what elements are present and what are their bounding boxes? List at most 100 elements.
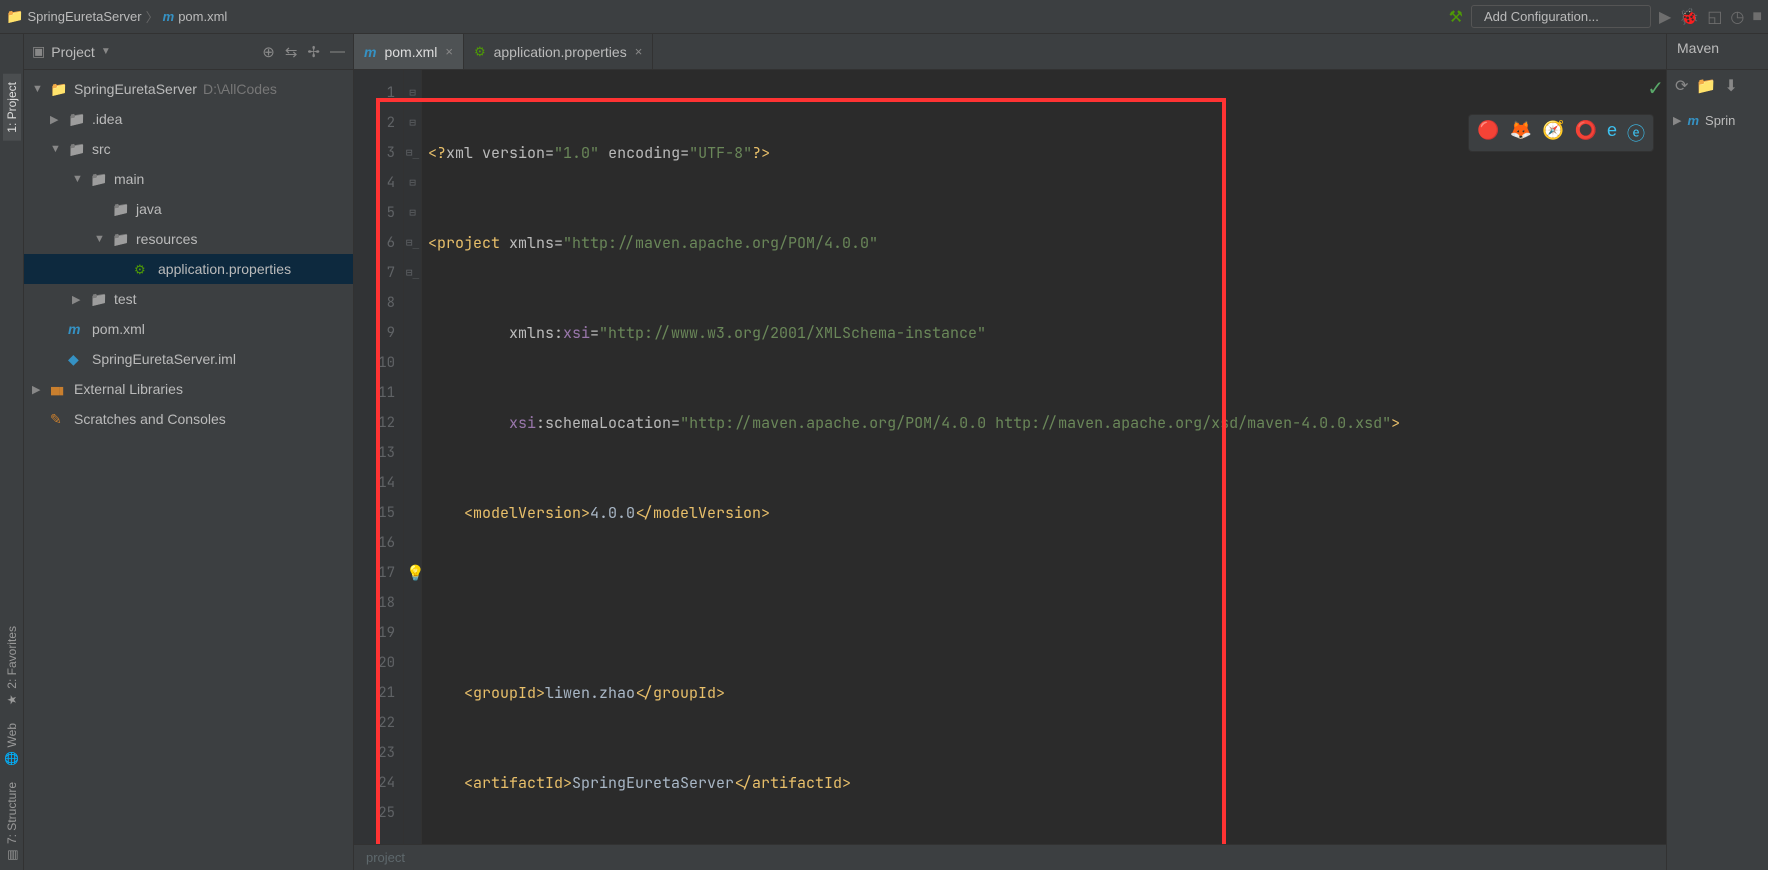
tree-resources[interactable]: ▼ resources xyxy=(24,224,353,254)
tree-label: pom.xml xyxy=(92,321,145,337)
folder-icon[interactable]: 📁 xyxy=(1696,76,1716,96)
tree-java[interactable]: java xyxy=(24,194,353,224)
profile-icon[interactable]: ◷ xyxy=(1730,7,1744,27)
debug-icon[interactable]: 🐞 xyxy=(1679,7,1699,27)
chevron-down-icon[interactable]: ▼ xyxy=(72,173,90,185)
chevron-down-icon[interactable]: ▼ xyxy=(94,233,112,245)
folder-icon xyxy=(68,141,88,158)
tree-label: application.properties xyxy=(158,261,291,277)
chevron-down-icon[interactable]: ▼ xyxy=(50,143,68,155)
tree-label: resources xyxy=(136,231,197,247)
tree-label: .idea xyxy=(92,111,122,127)
chevron-right-icon[interactable]: ▶ xyxy=(32,383,50,396)
folder-icon xyxy=(68,111,88,128)
crumb-project[interactable]: project xyxy=(366,850,405,865)
maven-icon xyxy=(1687,113,1699,128)
sidebar-title-text: Project xyxy=(51,44,95,60)
maven-panel: Maven ⟳ 📁 ⬇ ▶ Sprin xyxy=(1666,34,1768,870)
topbar: SpringEuretaServer 〉 pom.xml ⚒ Add Confi… xyxy=(0,0,1768,34)
tab-pom-xml[interactable]: pom.xml × xyxy=(354,34,464,69)
reimport-icon[interactable]: ⟳ xyxy=(1675,76,1688,96)
chevron-right-icon[interactable]: ▶ xyxy=(72,293,90,306)
maven-title: Maven xyxy=(1667,34,1768,70)
maven-toolbar: ⟳ 📁 ⬇ xyxy=(1667,70,1768,102)
folder-icon xyxy=(50,81,70,98)
coverage-icon[interactable]: ◱ xyxy=(1707,7,1722,27)
scratches-icon xyxy=(50,411,70,428)
module-icon xyxy=(68,351,88,368)
code-area[interactable]: <?xml version="1.0" encoding="UTF-8"?> <… xyxy=(422,70,1666,844)
chevron-right-icon: 〉 xyxy=(146,7,159,26)
run-config-dropdown[interactable]: Add Configuration... xyxy=(1471,5,1651,28)
tab-label: application.properties xyxy=(494,44,627,60)
left-tool-strip: 1: Project ★2: Favorites 🌐Web ▤7: Struct… xyxy=(0,34,24,870)
project-tree: ▼ SpringEuretaServer D:\AllCodes ▶ .idea… xyxy=(24,70,353,438)
resource-folder-icon xyxy=(112,231,132,248)
tree-label: test xyxy=(114,291,137,307)
chevron-right-icon[interactable]: ▶ xyxy=(1673,114,1681,127)
tab-structure[interactable]: ▤7: Structure xyxy=(3,774,21,870)
line-number-gutter[interactable]: 1234567891011121314151617181920212223242… xyxy=(354,70,404,844)
folder-icon xyxy=(90,171,110,188)
editor: pom.xml × application.properties × ✓ 🔴 🦊… xyxy=(354,34,1666,870)
tree-test[interactable]: ▶ test xyxy=(24,284,353,314)
run-icon[interactable]: ▶ xyxy=(1659,7,1671,27)
breadcrumb-project[interactable]: SpringEuretaServer xyxy=(27,9,141,24)
sidebar-header: Project ▼ ⊕ ⇆ ✢ — xyxy=(24,34,353,70)
tab-label: pom.xml xyxy=(384,44,437,60)
maven-icon xyxy=(68,321,88,337)
tree-label: main xyxy=(114,171,144,187)
hide-icon[interactable]: — xyxy=(330,43,345,61)
maven-tree: ▶ Sprin xyxy=(1667,102,1768,138)
properties-icon xyxy=(134,261,154,278)
tab-project[interactable]: 1: Project xyxy=(3,74,21,141)
editor-tabs: pom.xml × application.properties × xyxy=(354,34,1666,70)
topbar-right: ⚒ Add Configuration... ▶ 🐞 ◱ ◷ ■ xyxy=(1449,5,1762,28)
expand-icon[interactable]: ⇆ xyxy=(285,43,298,61)
tree-src[interactable]: ▼ src xyxy=(24,134,353,164)
gear-icon[interactable]: ✢ xyxy=(307,43,320,61)
tree-main[interactable]: ▼ main xyxy=(24,164,353,194)
tree-app-properties[interactable]: application.properties xyxy=(24,254,353,284)
maven-icon xyxy=(364,44,376,60)
project-sidebar: Project ▼ ⊕ ⇆ ✢ — ▼ SpringEuretaServer D… xyxy=(24,34,354,870)
fold-gutter[interactable]: ⊟⊟⊟̲💡⊟⊟⊟̲⊟̲ xyxy=(404,70,422,844)
tree-ext-lib[interactable]: ▶ External Libraries xyxy=(24,374,353,404)
close-icon[interactable]: × xyxy=(445,44,453,59)
editor-breadcrumb[interactable]: project xyxy=(354,844,1666,870)
maven-icon xyxy=(163,9,175,24)
libraries-icon xyxy=(50,381,70,397)
tree-idea[interactable]: ▶ .idea xyxy=(24,104,353,134)
tree-pom[interactable]: pom.xml xyxy=(24,314,353,344)
build-icon[interactable]: ⚒ xyxy=(1449,7,1463,27)
stop-icon[interactable]: ■ xyxy=(1752,8,1762,26)
tree-iml[interactable]: SpringEuretaServer.iml xyxy=(24,344,353,374)
folder-icon xyxy=(6,8,23,25)
maven-label: Sprin xyxy=(1705,113,1735,128)
breadcrumb-file[interactable]: pom.xml xyxy=(178,9,227,24)
tree-label: java xyxy=(136,201,162,217)
tree-label: Scratches and Consoles xyxy=(74,411,226,427)
locate-icon[interactable]: ⊕ xyxy=(262,43,275,61)
chevron-down-icon: ▼ xyxy=(101,46,111,57)
properties-icon xyxy=(474,43,486,60)
tree-scratches[interactable]: Scratches and Consoles xyxy=(24,404,353,434)
close-icon[interactable]: × xyxy=(635,44,643,59)
maven-root[interactable]: ▶ Sprin xyxy=(1673,106,1762,134)
chevron-right-icon[interactable]: ▶ xyxy=(50,113,68,126)
folder-icon xyxy=(90,291,110,308)
source-folder-icon xyxy=(112,201,132,218)
tab-application-properties[interactable]: application.properties × xyxy=(464,34,653,69)
project-view-icon xyxy=(32,43,45,60)
sidebar-title[interactable]: Project ▼ xyxy=(32,43,111,60)
tab-favorites[interactable]: ★2: Favorites xyxy=(3,618,21,715)
tree-label: External Libraries xyxy=(74,381,183,397)
breadcrumb: SpringEuretaServer 〉 pom.xml xyxy=(6,7,227,26)
download-icon[interactable]: ⬇ xyxy=(1724,76,1737,96)
tree-label: SpringEuretaServer xyxy=(74,81,197,97)
tab-web[interactable]: 🌐Web xyxy=(3,715,21,774)
tree-label: SpringEuretaServer.iml xyxy=(92,351,236,367)
tree-root[interactable]: ▼ SpringEuretaServer D:\AllCodes xyxy=(24,74,353,104)
tree-label: src xyxy=(92,141,111,157)
chevron-down-icon[interactable]: ▼ xyxy=(32,83,50,95)
